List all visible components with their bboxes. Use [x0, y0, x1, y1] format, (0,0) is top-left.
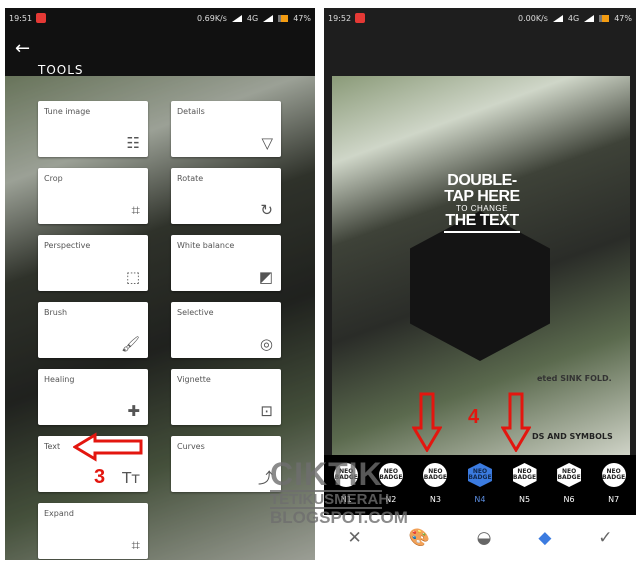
- signal-icon: [552, 14, 563, 22]
- tool-label: Tune image: [44, 107, 91, 116]
- badge-name: N3: [429, 495, 441, 504]
- vignette-icon: ⊡: [260, 402, 273, 420]
- photo-canvas[interactable]: eted SINK FOLD. DS AND SYMBOLS: [332, 76, 630, 455]
- sliders-icon: ☷: [126, 134, 140, 152]
- check-icon[interactable]: ✓: [598, 528, 612, 548]
- battery-level: 47%: [293, 13, 311, 23]
- badge-n3[interactable]: NEO BADGE N3: [415, 463, 455, 515]
- crop-icon: ⌗: [131, 201, 140, 219]
- tool-card-perspective[interactable]: Perspective ⬚: [38, 235, 148, 291]
- network-speed: 0.69K/s: [197, 13, 227, 23]
- step-number-3: 3: [94, 466, 106, 488]
- badge-name: N5: [518, 495, 531, 504]
- tool-card-curves[interactable]: Curves ⤴: [171, 436, 281, 492]
- badge-name: N6: [563, 495, 575, 504]
- screen-record-icon: [355, 13, 366, 23]
- triangle-down-icon: ▽: [261, 134, 273, 152]
- tool-card-healing[interactable]: Healing ✚: [38, 369, 148, 425]
- opacity-icon[interactable]: ◒: [477, 528, 492, 548]
- battery-icon: [278, 14, 289, 22]
- arrow-left-icon[interactable]: ←: [15, 38, 30, 59]
- tool-label: Text: [44, 442, 61, 451]
- network-type: 4G: [567, 13, 580, 23]
- tool-label: Rotate: [177, 174, 204, 183]
- watermark-line: CIKTIK: [270, 456, 383, 492]
- watermark: CIKTIK TETIKUSMERAH BLOGSPOT.COM: [270, 456, 408, 527]
- watermark-line: TETIKUSMERAH: [270, 490, 390, 509]
- tool-card-brush[interactable]: Brush 🖌: [38, 302, 148, 358]
- signal-icon: [584, 14, 595, 22]
- left-screen: 19:51 0.69K/s 4G 47% ← TOOLS Tune image ☷…: [5, 8, 315, 560]
- network-speed: 0.00K/s: [518, 13, 548, 23]
- text-icon: Tт: [122, 469, 140, 487]
- tool-label: Healing: [44, 375, 75, 384]
- tool-label: Expand: [44, 509, 74, 518]
- page-title: TOOLS: [38, 63, 84, 77]
- badge-preview-icon: NEO BADGE: [557, 463, 582, 487]
- badge-name: N4: [474, 495, 486, 504]
- selective-icon: ◎: [259, 335, 273, 353]
- close-icon[interactable]: ✕: [347, 528, 361, 548]
- tool-label: Selective: [177, 308, 214, 317]
- tool-label: Brush: [44, 308, 68, 317]
- photo-text: DS AND SYMBOLS: [532, 432, 613, 441]
- red-arrow-down: [412, 392, 442, 452]
- badge-name: N7: [608, 495, 620, 504]
- tool-label: Details: [177, 107, 205, 116]
- screen-record-icon: [36, 13, 47, 23]
- tool-card-vignette[interactable]: Vignette ⊡: [171, 369, 281, 425]
- badge-preview-icon: NEO BADGE: [423, 463, 448, 487]
- tool-card-expand[interactable]: Expand ⌗: [38, 503, 148, 559]
- battery-level: 47%: [614, 13, 632, 23]
- red-arrow-down: [501, 392, 531, 452]
- badge-preview-icon: NEO BADGE: [467, 463, 492, 487]
- red-arrow-left: [73, 432, 143, 462]
- badge-n7[interactable]: NEO BADGE N7: [594, 463, 634, 515]
- status-time: 19:51: [9, 13, 33, 23]
- brush-icon: 🖌: [120, 335, 140, 353]
- text-overlay[interactable]: DOUBLE- TAP HERE TO CHANGE THE TEXT: [444, 173, 520, 233]
- badge-n5[interactable]: NEO BADGE N5: [505, 463, 545, 515]
- tool-card-white-balance[interactable]: White balance ◩: [171, 235, 281, 291]
- perspective-icon: ⬚: [125, 268, 140, 286]
- tool-card-details[interactable]: Details ▽: [171, 101, 281, 157]
- white-balance-icon: ◩: [258, 268, 273, 286]
- watermark-line: BLOGSPOT.COM: [270, 508, 408, 527]
- tool-label: Curves: [177, 442, 205, 451]
- bandage-icon: ✚: [127, 402, 140, 420]
- signal-icon: [263, 14, 274, 22]
- tool-card-rotate[interactable]: Rotate ↻: [171, 168, 281, 224]
- overlay-line: DOUBLE-: [447, 172, 517, 189]
- badge-n4[interactable]: NEO BADGE N4: [460, 463, 500, 515]
- tool-label: Vignette: [177, 375, 211, 384]
- photo-text: eted SINK FOLD.: [537, 374, 612, 383]
- expand-icon: ⌗: [131, 536, 140, 554]
- styles-icon[interactable]: ◆: [538, 528, 551, 548]
- tool-card-tune-image[interactable]: Tune image ☷: [38, 101, 148, 157]
- signal-icon: [231, 14, 242, 22]
- tool-card-selective[interactable]: Selective ◎: [171, 302, 281, 358]
- tool-label: Perspective: [44, 241, 91, 250]
- tool-label: White balance: [177, 241, 235, 250]
- rotate-icon: ↻: [260, 201, 273, 219]
- step-number-4: 4: [468, 406, 480, 428]
- tool-label: Crop: [44, 174, 63, 183]
- palette-icon[interactable]: 🎨: [409, 528, 430, 548]
- battery-icon: [599, 14, 610, 22]
- status-time: 19:52: [328, 13, 352, 23]
- badge-n6[interactable]: NEO BADGE N6: [549, 463, 589, 515]
- tool-card-crop[interactable]: Crop ⌗: [38, 168, 148, 224]
- overlay-line: THE TEXT: [444, 213, 520, 233]
- status-bar: 19:52 0.00K/s 4G 47%: [324, 8, 636, 28]
- badge-preview-icon: NEO BADGE: [601, 463, 626, 487]
- status-bar: 19:51 0.69K/s 4G 47%: [5, 8, 315, 28]
- hexagon-shape: [410, 211, 550, 361]
- badge-preview-icon: NEO BADGE: [512, 463, 537, 487]
- overlay-line: TAP HERE: [444, 188, 520, 205]
- network-type: 4G: [246, 13, 259, 23]
